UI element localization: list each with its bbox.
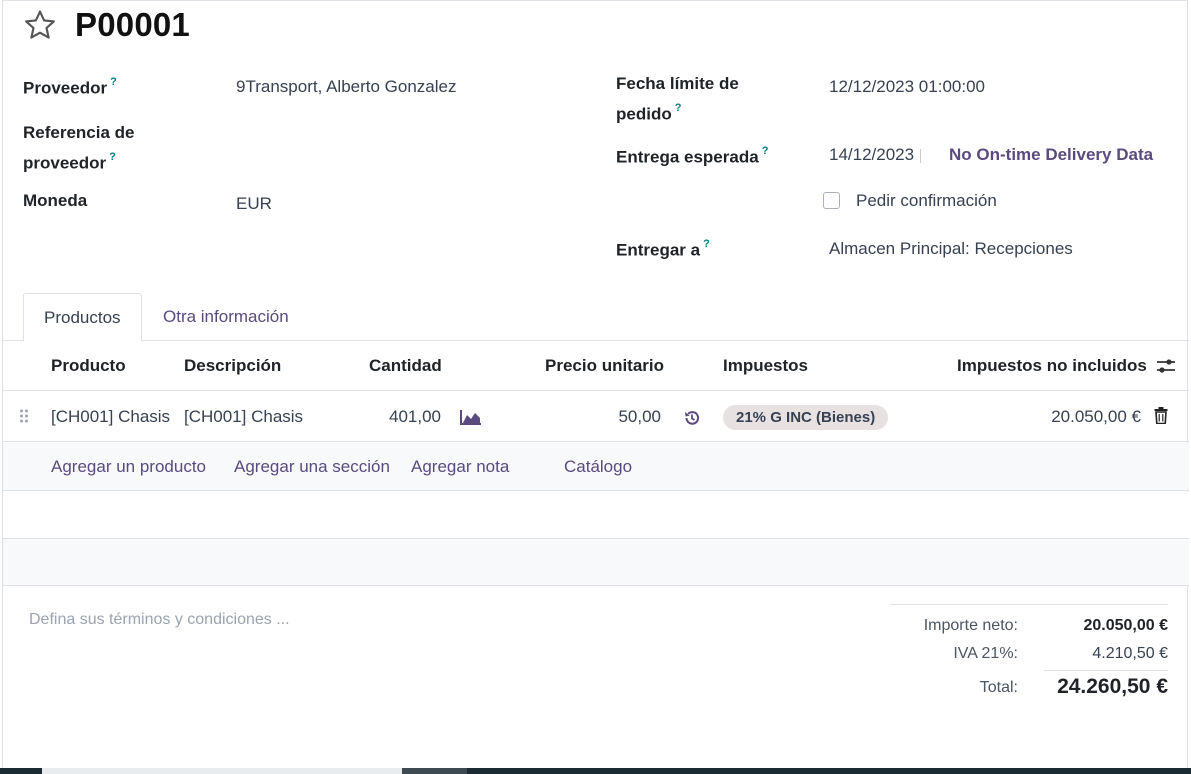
cell-descripcion[interactable]: [CH001] Chasis [184,392,303,442]
tab-otra-informacion[interactable]: Otra información [143,293,309,341]
col-impuestos[interactable]: Impuestos [723,341,808,391]
totals-divider [1044,670,1168,671]
neto-label: Importe neto: [923,617,1018,634]
tax-tag[interactable]: 21% G INC (Bienes) [723,405,889,430]
catalog-link[interactable]: Catálogo [564,443,632,491]
totals-summary: Importe neto: 20.050,00 € IVA 21%: 4.210… [890,604,1168,698]
terms-conditions-input[interactable]: Defina sus términos y condiciones ... [29,611,290,629]
page-title: P00001 [75,6,190,43]
fecha-limite-label: Fecha límite de pedido? [616,74,739,124]
star-icon[interactable] [23,8,57,42]
help-icon[interactable]: ? [109,151,116,163]
add-note-link[interactable]: Agregar nota [411,443,509,491]
cell-producto[interactable]: [CH001] Chasis [51,392,170,442]
on-time-delivery-link[interactable]: No On-time Delivery Data [949,142,1153,168]
add-line-row: Agregar un producto Agregar una sección … [3,443,1189,491]
taskbar-item[interactable] [402,768,467,774]
col-cantidad[interactable]: Cantidad [369,341,442,391]
pedir-confirmacion-checkbox[interactable] [823,192,840,209]
optional-columns-icon[interactable] [1156,357,1176,375]
trash-icon[interactable] [1154,407,1168,424]
empty-row [3,492,1189,539]
iva-label: IVA 21%: [953,645,1018,662]
help-icon[interactable]: ? [703,238,710,250]
taskbar-item[interactable] [42,768,402,774]
pedir-confirmacion-label: Pedir confirmación [856,191,997,210]
table-row[interactable]: [CH001] Chasis [CH001] Chasis 401,00 50,… [3,392,1189,442]
referencia-field[interactable] [236,133,566,159]
proveedor-label: Proveedor? [23,76,117,98]
entrega-esperada-label: Entrega esperada? [616,145,769,167]
iva-value: 4.210,50 € [1092,645,1168,662]
drag-handle-icon[interactable] [19,408,29,424]
col-impuestos-no-incluidos[interactable]: Impuestos no incluidos [957,341,1147,391]
col-descripcion[interactable]: Descripción [184,341,281,391]
moneda-field[interactable]: EUR [236,191,272,217]
cell-precio[interactable]: 50,00 [563,392,661,442]
entregar-a-label: Entregar a? [616,238,710,260]
entrega-esperada-field[interactable]: 14/12/2023 [829,142,922,168]
col-precio-unitario[interactable]: Precio unitario [545,341,664,391]
add-product-link[interactable]: Agregar un producto [51,443,206,491]
total-value: 24.260,50 € [1057,675,1168,698]
history-icon[interactable] [683,409,701,427]
entregar-a-field[interactable]: Almacen Principal: Recepciones [829,236,1073,262]
tab-productos[interactable]: Productos [23,293,142,342]
help-icon[interactable]: ? [762,145,769,157]
proveedor-field[interactable]: 9Transport, Alberto Gonzalez [236,74,457,100]
referencia-label: Referencia de proveedor? [23,123,135,173]
help-icon[interactable]: ? [110,76,117,88]
cell-cantidad[interactable]: 401,00 [343,392,441,442]
area-chart-icon[interactable] [460,409,482,425]
empty-row [3,539,1189,586]
col-producto[interactable]: Producto [51,341,126,391]
add-section-link[interactable]: Agregar una sección [234,443,390,491]
title-row: P00001 [23,5,190,45]
order-lines-header: Producto Descripción Cantidad Precio uni… [3,341,1189,391]
total-label: Total: [979,679,1018,696]
fecha-limite-field[interactable]: 12/12/2023 01:00:00 [829,74,985,100]
cell-subtotal: 20.050,00 € [1051,407,1141,426]
help-icon[interactable]: ? [675,102,682,114]
purchase-order-form: P00001 Proveedor? 9Transport, Alberto Go… [2,0,1189,768]
moneda-label: Moneda [23,191,88,210]
neto-value: 20.050,00 € [1083,617,1168,634]
notebook-tabs: Productos Otra información [3,293,1189,342]
